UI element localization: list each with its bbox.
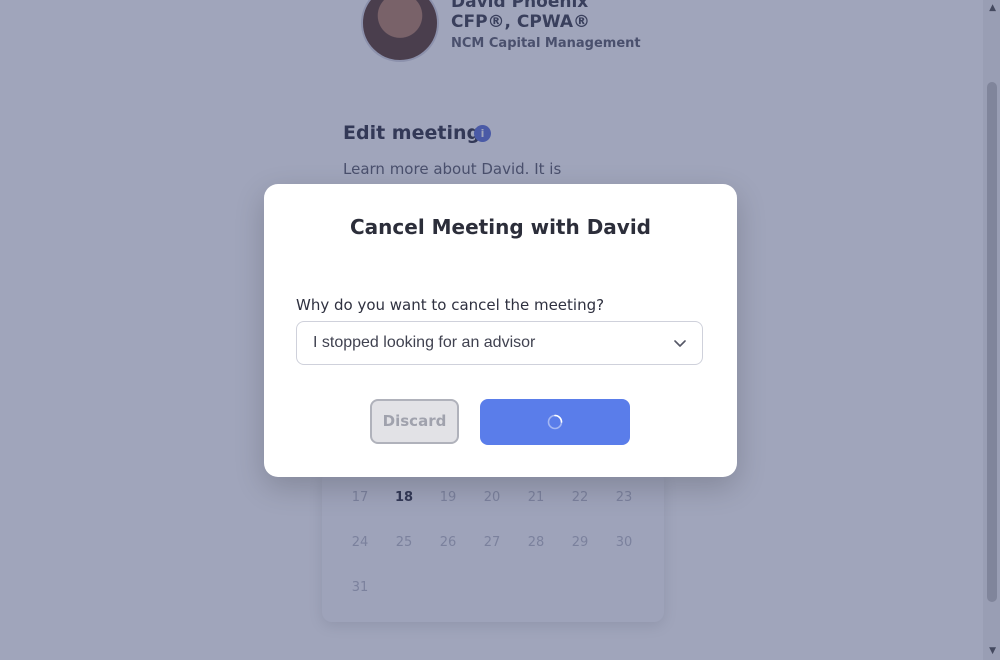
discard-button[interactable]: Discard — [370, 399, 459, 444]
cancel-meeting-dialog: Cancel Meeting with David Why do you wan… — [264, 184, 737, 477]
cancel-reason-label: Why do you want to cancel the meeting? — [296, 296, 605, 314]
cancel-reason-select[interactable]: I stopped looking for an advisor — [296, 321, 703, 365]
chevron-down-icon — [674, 340, 686, 347]
selected-reason: I stopped looking for an advisor — [313, 334, 536, 351]
confirm-cancel-button[interactable] — [480, 399, 630, 445]
dialog-title: Cancel Meeting with David — [349, 215, 651, 239]
loading-spinner-icon — [547, 414, 563, 430]
